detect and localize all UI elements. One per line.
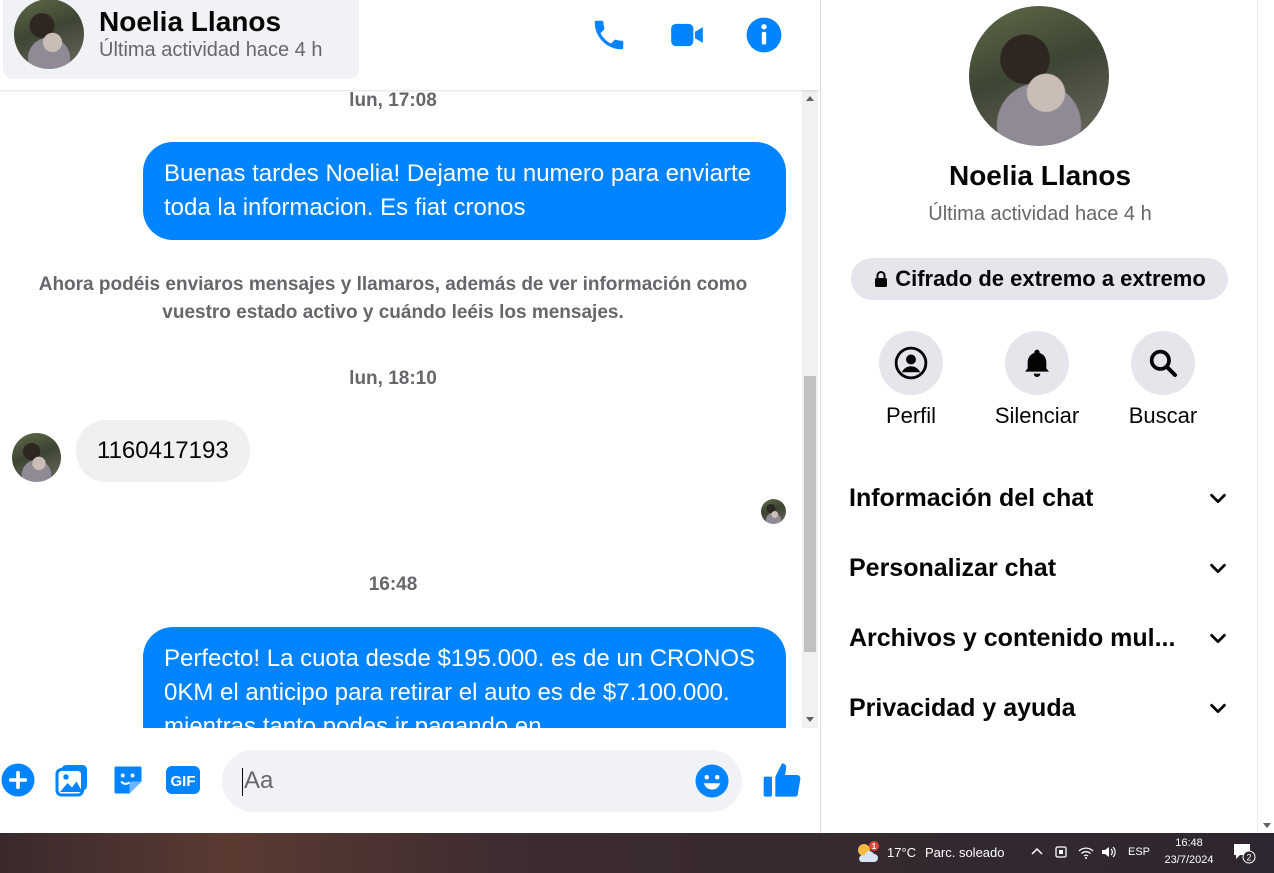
gif-button[interactable]: GIF	[165, 762, 201, 798]
search-action[interactable]: Buscar	[1103, 331, 1223, 429]
mute-action-circle[interactable]	[1005, 331, 1069, 395]
message-input-box[interactable]	[222, 750, 742, 812]
scroll-down-arrow[interactable]	[806, 717, 814, 722]
section-privacy-help[interactable]: Privacidad y ayuda	[849, 688, 1229, 728]
notification-count: 2	[1246, 853, 1251, 863]
section-label: Privacidad y ayuda	[849, 693, 1076, 722]
notification-center-button[interactable]: 2	[1232, 842, 1256, 864]
chevron-down-icon	[1210, 493, 1226, 504]
chevron-up-icon	[1031, 847, 1043, 855]
call-button[interactable]	[590, 16, 628, 54]
add-icon	[1, 763, 35, 797]
mute-action[interactable]: Silenciar	[977, 331, 1097, 429]
timestamp-separator: 16:48	[368, 574, 418, 595]
scroll-down-arrow[interactable]	[1263, 823, 1271, 828]
weather-description[interactable]: Parc. soleado	[925, 845, 1005, 860]
volume-tray[interactable]	[1100, 843, 1118, 861]
notification-icon: 2	[1234, 844, 1256, 864]
timestamp-separator: lun, 18:10	[349, 368, 437, 389]
thumbs-up-icon	[763, 763, 801, 797]
image-icon	[55, 765, 87, 797]
more-actions-button[interactable]	[0, 762, 36, 798]
mute-action-label: Silenciar	[994, 403, 1080, 428]
profile-action[interactable]: Perfil	[851, 331, 971, 429]
profile-icon	[894, 346, 928, 380]
send-like-button[interactable]	[762, 760, 802, 800]
profile-name[interactable]: Noelia Llanos	[821, 160, 1259, 192]
panel-scrollbar[interactable]	[1257, 0, 1274, 833]
contact-name[interactable]: Noelia Llanos	[99, 6, 281, 38]
contact-card[interactable]: Noelia Llanos Última actividad hace 4 h	[3, 0, 359, 79]
sticker-icon	[114, 766, 142, 794]
chevron-down-icon	[1210, 563, 1226, 574]
weather-widget[interactable]: 1	[854, 841, 880, 865]
contact-status: Última actividad hace 4 h	[99, 39, 323, 61]
timestamp-separator: lun, 17:08	[349, 90, 437, 111]
weather-badge: 1	[872, 842, 877, 851]
clock-time[interactable]: 16:48	[1160, 837, 1218, 849]
chat-pane: Noelia Llanos Última actividad hace 4 h	[0, 0, 820, 833]
gif-icon: GIF	[166, 766, 200, 794]
profile-action-circle[interactable]	[879, 331, 943, 395]
phone-icon	[594, 20, 624, 50]
emoji-icon	[695, 764, 729, 798]
search-icon	[1149, 349, 1177, 377]
weather-temperature[interactable]: 17°C	[887, 845, 916, 860]
conversation-info-button[interactable]	[745, 16, 783, 54]
chevron-down-icon	[1210, 703, 1226, 714]
encryption-label: Cifrado de extremo a extremo	[895, 266, 1206, 291]
show-hidden-icons-button[interactable]	[1028, 843, 1046, 861]
lock-icon	[875, 271, 888, 287]
section-customize-chat[interactable]: Personalizar chat	[849, 548, 1229, 588]
info-icon	[746, 17, 782, 53]
sticker-button[interactable]	[110, 762, 146, 798]
section-label: Información del chat	[849, 483, 1094, 512]
profile-avatar[interactable]	[969, 6, 1109, 146]
read-receipt-avatar	[761, 499, 786, 524]
search-action-label: Buscar	[1128, 403, 1198, 428]
outgoing-message[interactable]: Buenas tardes Noelia! Dejame tu numero p…	[143, 142, 786, 240]
emoji-button[interactable]	[694, 763, 730, 799]
encryption-badge[interactable]: Cifrado de extremo a extremo	[851, 258, 1228, 300]
sender-avatar[interactable]	[12, 433, 61, 482]
section-label: Personalizar chat	[849, 553, 1057, 582]
contact-avatar[interactable]	[14, 0, 84, 69]
chevron-down-icon	[1210, 633, 1226, 644]
incoming-message[interactable]: 1160417193	[76, 420, 250, 482]
scroll-thumb[interactable]	[804, 376, 816, 652]
wifi-icon	[1078, 847, 1094, 859]
profile-status: Última actividad hace 4 h	[928, 203, 1152, 225]
chat-header: Noelia Llanos Última actividad hace 4 h	[0, 0, 820, 90]
video-call-button[interactable]	[668, 16, 706, 54]
search-action-circle[interactable]	[1131, 331, 1195, 395]
message-input[interactable]	[244, 750, 684, 812]
input-language[interactable]: ESP	[1128, 846, 1150, 858]
scroll-up-arrow[interactable]	[806, 96, 814, 101]
outgoing-message[interactable]: Perfecto! La cuota desde $195.000. es de…	[143, 627, 786, 728]
message-composer: GIF	[0, 740, 820, 824]
system-notice: Ahora podéis enviaros mensajes y llamaro…	[38, 274, 748, 323]
profile-action-label: Perfil	[885, 403, 937, 428]
text-caret	[242, 768, 243, 796]
conversation-details-panel: Noelia Llanos Última actividad hace 4 h …	[820, 0, 1274, 833]
message-list[interactable]: lun, 17:08 Buenas tardes Noelia! Dejame …	[0, 90, 802, 728]
message-scrollbar[interactable]	[802, 90, 818, 728]
messenger-window: Noelia Llanos Última actividad hace 4 h	[0, 0, 1274, 873]
bell-icon	[1025, 349, 1049, 377]
partly-sunny-icon: 1	[858, 841, 879, 862]
section-chat-info[interactable]: Información del chat	[849, 478, 1229, 518]
clock-date[interactable]: 23/7/2024	[1160, 854, 1218, 866]
windows-taskbar: 1 17°C Parc. soleado ESP 16:48 23/7/2024…	[0, 833, 1274, 873]
section-files-media[interactable]: Archivos y contenido mul...	[849, 618, 1229, 658]
meet-now-tray[interactable]	[1053, 843, 1071, 861]
attach-image-button[interactable]	[54, 762, 90, 798]
video-camera-icon	[671, 23, 703, 47]
network-tray[interactable]	[1077, 843, 1095, 861]
speaker-icon	[1102, 846, 1116, 858]
camera-tray-icon	[1055, 846, 1067, 858]
section-label: Archivos y contenido mul...	[849, 623, 1176, 652]
gif-label: GIF	[171, 773, 196, 790]
